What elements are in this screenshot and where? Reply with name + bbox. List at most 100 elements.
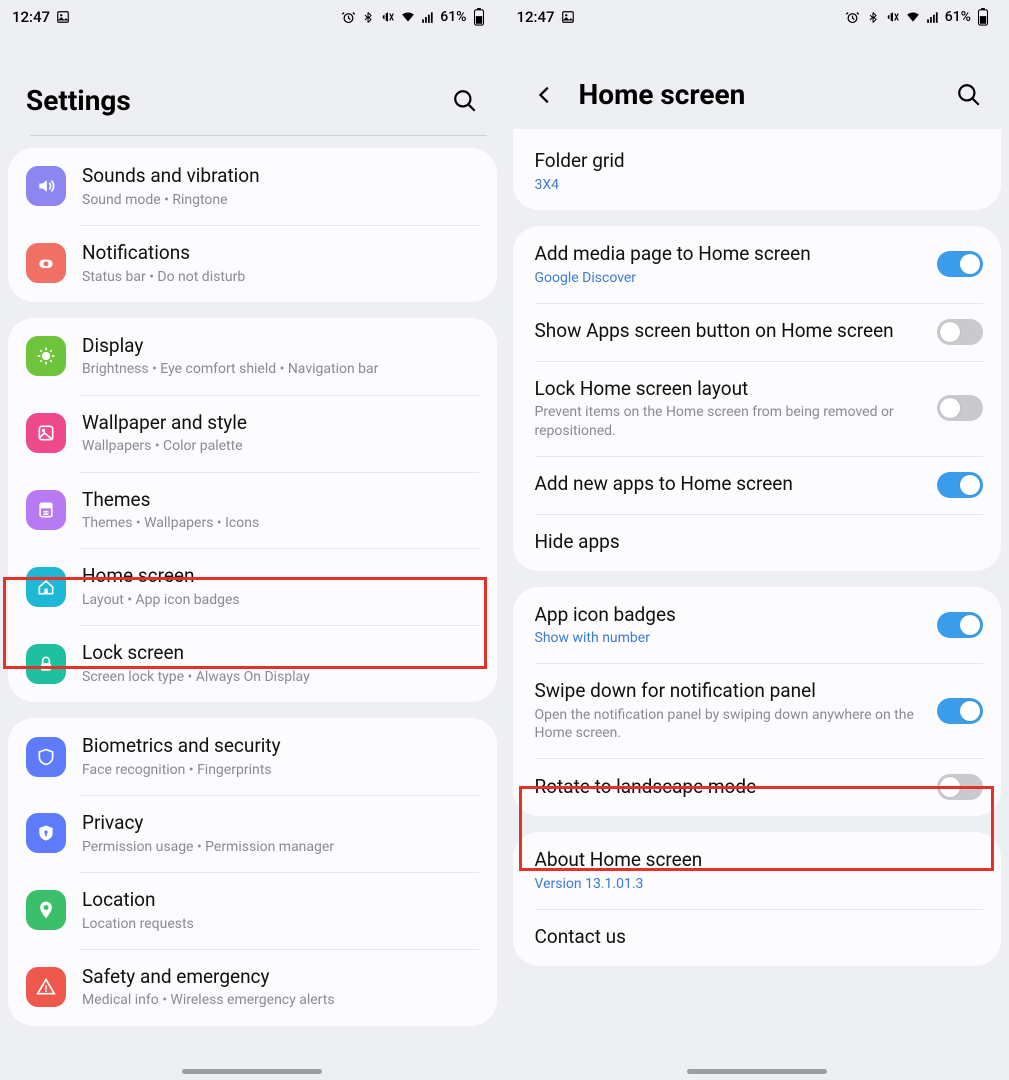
settings-group: About Home screenVersion 13.1.01.3 Contac… bbox=[513, 832, 1002, 966]
row-subtitle: Show with number bbox=[535, 629, 928, 647]
row-title: Display bbox=[82, 334, 479, 359]
row-title: About Home screen bbox=[535, 848, 984, 873]
toggle-icon-badges[interactable] bbox=[937, 612, 983, 638]
phone-left: 12:47 61% Settings Sounds and vibrationS… bbox=[0, 0, 505, 1080]
home-screen-header: Home screen bbox=[505, 34, 1009, 129]
battery-icon bbox=[471, 9, 487, 25]
row-title: Notifications bbox=[82, 241, 479, 266]
row-subtitle: Location requests bbox=[82, 915, 479, 933]
settings-group: DisplayBrightness • Eye comfort shield •… bbox=[8, 318, 497, 702]
settings-row-location[interactable]: Location Location requests bbox=[8, 872, 497, 949]
settings-row-folder-grid[interactable]: Folder grid 3X4 bbox=[513, 133, 1002, 210]
settings-row-add-new-apps[interactable]: Add new apps to Home screen bbox=[513, 456, 1002, 514]
row-subtitle: Layout • App icon badges bbox=[82, 591, 479, 609]
row-subtitle: Face recognition • Fingerprints bbox=[82, 761, 479, 779]
sound-icon bbox=[26, 166, 66, 206]
status-bar: 12:47 61% bbox=[0, 0, 505, 34]
bluetooth-icon bbox=[360, 9, 376, 25]
toggle-lock-layout[interactable] bbox=[937, 395, 983, 421]
row-subtitle: 3X4 bbox=[535, 176, 984, 194]
settings-row-icon-badges[interactable]: App icon badgesShow with number bbox=[513, 587, 1002, 664]
wifi-icon bbox=[400, 9, 416, 25]
row-title: Location bbox=[82, 888, 479, 913]
settings-row-themes[interactable]: ThemesThemes • Wallpapers • Icons bbox=[8, 472, 497, 549]
row-title: Add new apps to Home screen bbox=[535, 472, 928, 497]
toggle-add-new-apps[interactable] bbox=[937, 472, 983, 498]
settings-row-media-page[interactable]: Add media page to Home screen Google Disc… bbox=[513, 226, 1002, 303]
search-button[interactable] bbox=[955, 81, 983, 109]
settings-group: App icon badgesShow with numberSwipe dow… bbox=[513, 587, 1002, 817]
row-subtitle: Prevent items on the Home screen from be… bbox=[535, 403, 928, 439]
lock-icon bbox=[26, 644, 66, 684]
phone-right: 12:47 61% Home screen Folder grid 3X4 Add … bbox=[505, 0, 1009, 1080]
page-title: Home screen bbox=[579, 78, 746, 111]
row-subtitle: Sound mode • Ringtone bbox=[82, 191, 479, 209]
home-screen-settings-list: Folder grid 3X4 Add media page to Home scr… bbox=[505, 129, 1009, 1022]
row-title: Lock screen bbox=[82, 641, 479, 666]
row-title: Show Apps screen button on Home screen bbox=[535, 319, 928, 344]
divider bbox=[30, 135, 487, 136]
row-subtitle: Screen lock type • Always On Display bbox=[82, 668, 479, 686]
alarm-icon bbox=[845, 9, 861, 25]
settings-row-notifications[interactable]: Notifications Status bar • Do not disturb bbox=[8, 225, 497, 302]
settings-row-apps-button[interactable]: Show Apps screen button on Home screen bbox=[513, 303, 1002, 361]
battery-text: 61% bbox=[945, 9, 971, 25]
settings-row-about[interactable]: About Home screenVersion 13.1.01.3 bbox=[513, 832, 1002, 909]
row-subtitle: Permission usage • Permission manager bbox=[82, 838, 479, 856]
row-title: Swipe down for notification panel bbox=[535, 679, 928, 704]
bluetooth-icon bbox=[865, 9, 881, 25]
row-title: Lock Home screen layout bbox=[535, 377, 928, 402]
settings-row-biometrics[interactable]: Biometrics and securityFace recognition … bbox=[8, 718, 497, 795]
settings-group: Biometrics and securityFace recognition … bbox=[8, 718, 497, 1026]
settings-row-lock-layout[interactable]: Lock Home screen layoutPrevent items on … bbox=[513, 361, 1002, 456]
notif-icon bbox=[26, 243, 66, 283]
row-title: Wallpaper and style bbox=[82, 411, 479, 436]
settings-row-sounds[interactable]: Sounds and vibration Sound mode • Rington… bbox=[8, 148, 497, 225]
settings-row-display[interactable]: DisplayBrightness • Eye comfort shield •… bbox=[8, 318, 497, 395]
settings-group: Folder grid 3X4 bbox=[513, 129, 1002, 210]
settings-row-wallpaper[interactable]: Wallpaper and styleWallpapers • Color pa… bbox=[8, 395, 497, 472]
row-subtitle: Google Discover bbox=[535, 269, 928, 287]
search-button[interactable] bbox=[451, 87, 479, 115]
picture-icon bbox=[56, 10, 70, 24]
row-subtitle: Wallpapers • Color palette bbox=[82, 437, 479, 455]
row-title: Safety and emergency bbox=[82, 965, 479, 990]
row-title: Contact us bbox=[535, 925, 984, 950]
gesture-bar bbox=[687, 1069, 827, 1074]
row-title: Add media page to Home screen bbox=[535, 242, 928, 267]
row-subtitle: Brightness • Eye comfort shield • Naviga… bbox=[82, 360, 479, 378]
row-title: Themes bbox=[82, 488, 479, 513]
alarm-icon bbox=[340, 9, 356, 25]
location-icon bbox=[26, 890, 66, 930]
settings-group: Sounds and vibration Sound mode • Rington… bbox=[8, 148, 497, 302]
status-bar: 12:47 61% bbox=[505, 0, 1009, 34]
toggle-swipe-down[interactable] bbox=[937, 698, 983, 724]
row-subtitle: Status bar • Do not disturb bbox=[82, 268, 479, 286]
settings-row-hide-apps[interactable]: Hide apps bbox=[513, 514, 1002, 571]
settings-row-contact[interactable]: Contact us bbox=[513, 909, 1002, 966]
row-title: Sounds and vibration bbox=[82, 164, 479, 189]
toggle-apps-button[interactable] bbox=[937, 319, 983, 345]
settings-list: Sounds and vibration Sound mode • Rington… bbox=[0, 148, 505, 1080]
toggle-media-page[interactable] bbox=[937, 251, 983, 277]
row-title: Folder grid bbox=[535, 149, 984, 174]
settings-row-home[interactable]: Home screenLayout • App icon badges bbox=[8, 548, 497, 625]
themes-icon bbox=[26, 490, 66, 530]
picture-icon bbox=[561, 10, 575, 24]
settings-row-privacy[interactable]: PrivacyPermission usage • Permission man… bbox=[8, 795, 497, 872]
signal-icon bbox=[925, 9, 941, 25]
settings-row-swipe-down[interactable]: Swipe down for notification panelOpen th… bbox=[513, 663, 1002, 758]
settings-row-lock[interactable]: Lock screen Screen lock type • Always On … bbox=[8, 625, 497, 702]
battery-text: 61% bbox=[440, 9, 466, 25]
vibrate-icon bbox=[885, 9, 901, 25]
privacy-icon bbox=[26, 813, 66, 853]
battery-icon bbox=[975, 9, 991, 25]
settings-row-rotate[interactable]: Rotate to landscape mode bbox=[513, 758, 1002, 816]
back-button[interactable] bbox=[531, 81, 559, 109]
shield-icon bbox=[26, 737, 66, 777]
wallpaper-icon bbox=[26, 413, 66, 453]
toggle-rotate[interactable] bbox=[937, 774, 983, 800]
settings-row-safety[interactable]: Safety and emergencyMedical info • Wirel… bbox=[8, 949, 497, 1026]
row-title: App icon badges bbox=[535, 603, 928, 628]
page-title: Settings bbox=[26, 84, 131, 117]
